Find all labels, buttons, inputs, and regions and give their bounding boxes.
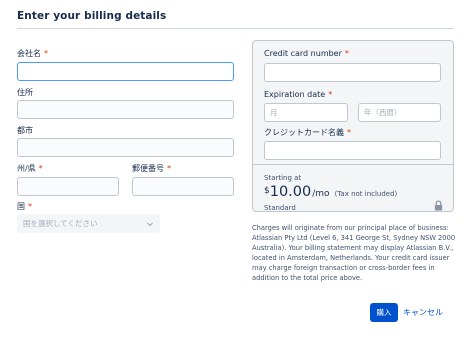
company-label: 会社名 * <box>17 49 48 58</box>
required-mark: * <box>167 164 171 173</box>
company-input[interactable] <box>17 62 234 81</box>
credit-card-panel: Credit card number* Expiration date* クレジ… <box>252 40 454 212</box>
expiration-month-input[interactable] <box>264 103 348 122</box>
price: $ 10.00 /mo (Tax not included) <box>264 184 397 200</box>
expiration-year-input[interactable] <box>358 103 441 122</box>
city-label: 都市 <box>17 126 33 135</box>
city-input[interactable] <box>17 138 234 157</box>
required-mark: * <box>38 164 43 173</box>
state-input[interactable] <box>17 177 119 196</box>
country-select[interactable]: 国を選択してください <box>17 214 160 233</box>
lock-icon <box>434 200 443 211</box>
address-input[interactable] <box>17 100 234 119</box>
required-mark: * <box>28 202 32 211</box>
chevron-down-icon <box>147 222 153 226</box>
page-title: Enter your billing details <box>17 10 167 22</box>
expiration-date-label: Expiration date * <box>264 90 333 99</box>
required-mark: * <box>328 90 333 99</box>
card-number-input[interactable] <box>264 63 441 82</box>
purchase-button[interactable]: 購入 <box>370 303 398 322</box>
price-period: /mo <box>312 189 330 199</box>
card-number-label: Credit card number * <box>264 49 349 58</box>
cardholder-name-input[interactable] <box>264 141 441 160</box>
country-label: 国 * <box>17 202 32 211</box>
postal-code-label: 郵便番号 * <box>132 164 171 173</box>
panel-divider <box>253 164 453 165</box>
required-mark: * <box>44 49 48 58</box>
plan-name: Standard <box>264 204 296 212</box>
required-mark: * <box>347 128 351 137</box>
required-mark: * <box>344 49 349 58</box>
price-amount: 10.00 <box>269 184 312 200</box>
state-label: 州/県 * <box>17 164 43 173</box>
billing-disclaimer: Charges will originate from our principa… <box>252 224 456 282</box>
address-label: 住所 <box>17 88 33 97</box>
title-divider <box>17 28 454 29</box>
cardholder-name-label: クレジットカード名義 * <box>264 128 351 137</box>
postal-code-input[interactable] <box>132 177 234 196</box>
tax-note: (Tax not included) <box>334 190 398 198</box>
cancel-button[interactable]: キャンセル <box>403 303 443 322</box>
starting-at-text: Starting at <box>264 174 302 182</box>
country-select-placeholder: 国を選択してください <box>23 219 98 228</box>
